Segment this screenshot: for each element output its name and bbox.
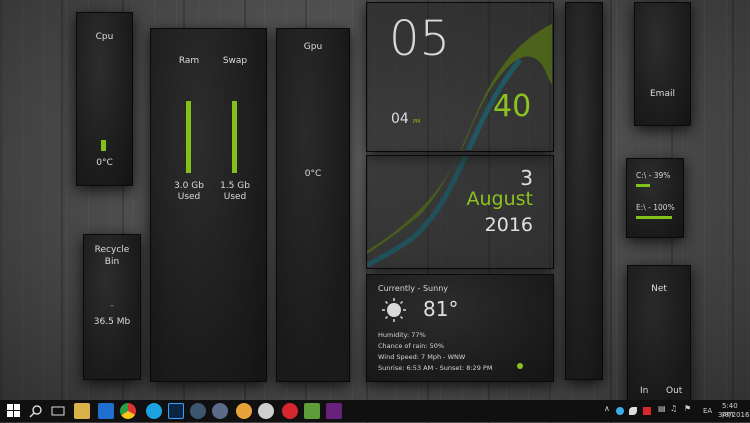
vs-icon[interactable]	[326, 403, 342, 419]
cpu-title: Cpu	[95, 32, 114, 42]
clock-seconds: 40	[493, 89, 532, 124]
cpu-temp: 0°C	[96, 158, 113, 168]
gpu-temp: 0°C	[304, 169, 322, 179]
taskbar-lang[interactable]: EA	[703, 407, 712, 415]
drive-c-bar-fill	[636, 184, 651, 187]
drive-e-label: E:\ - 100%	[636, 203, 675, 212]
net-widget: Net In Out	[627, 265, 691, 402]
taskbar-date[interactable]: 3/8/2016	[718, 411, 749, 419]
net-out: Out	[666, 386, 683, 396]
weather-rain: Chance of rain: 50%	[378, 342, 445, 350]
swap-value: 1.5 Gb	[220, 181, 250, 191]
store-icon[interactable]	[98, 403, 114, 419]
chrome-icon[interactable]	[120, 403, 136, 419]
net-in: In	[640, 386, 649, 396]
tray-flag-icon[interactable]: ⚑	[684, 404, 691, 413]
weather-dot	[517, 363, 523, 369]
swap-sub: Used	[223, 192, 247, 202]
date-month: August	[466, 188, 534, 210]
taskbar: ∧ ▤ ♫ ⚑ EA 5:40 pm 3/8/2016	[0, 400, 750, 422]
clock-ampm: PM	[413, 119, 421, 125]
task-view-icon[interactable]	[50, 403, 66, 419]
skype-icon[interactable]	[146, 403, 162, 419]
email-widget[interactable]: Email	[634, 2, 691, 126]
mega-icon[interactable]	[282, 403, 298, 419]
date-year: 2016	[484, 214, 533, 236]
game-icon[interactable]	[304, 403, 320, 419]
gpu-title: Gpu	[303, 42, 323, 52]
drive-c-bar	[636, 184, 672, 187]
tray-leaf-icon[interactable]	[629, 407, 637, 415]
ram-bar-fill	[186, 100, 191, 173]
ram-bar	[186, 97, 191, 173]
recycle-dash: -	[110, 301, 114, 311]
memory-widget: Ram Swap 3.0 Gb Used 1.5 Gb Used	[150, 28, 267, 382]
clock-minute: 04	[391, 111, 409, 127]
ram-sub: Used	[177, 192, 201, 202]
ram-title: Ram	[178, 56, 200, 66]
cpu-widget: Cpu 0°C	[76, 12, 133, 186]
email-label[interactable]: Email	[635, 89, 690, 99]
recycle-title: Recycle Bin	[94, 245, 130, 267]
weather-widget: Currently - Sunny 81° Humidity: 77% Chan…	[366, 274, 554, 382]
weather-current: Currently - Sunny	[378, 284, 448, 293]
tray-volume-icon[interactable]: ♫	[670, 404, 677, 413]
search-icon[interactable]	[28, 403, 44, 419]
firefox-icon[interactable]	[212, 403, 228, 419]
swap-title: Swap	[222, 56, 248, 66]
tray-app-icon[interactable]	[616, 407, 624, 415]
net-title: Net	[651, 284, 667, 294]
start-icon[interactable]	[6, 403, 22, 419]
weather-temp: 81°	[423, 297, 459, 321]
weather-sun: Sunrise: 6:53 AM - Sunset: 8:29 PM	[378, 364, 493, 372]
clock-widget: 05 04 PM 40	[366, 2, 554, 152]
ram-value: 3.0 Gb	[174, 181, 204, 191]
gpu-widget: Gpu 0°C	[276, 28, 350, 382]
cpu-bar	[101, 61, 106, 151]
swap-bar-fill	[232, 100, 237, 173]
recycle-size: 36.5 Mb	[93, 317, 131, 327]
weather-wind: Wind Speed: 7 Mph - WNW	[378, 353, 466, 361]
drives-widget: C:\ - 39% E:\ - 100%	[626, 158, 684, 238]
steam-icon[interactable]	[190, 403, 206, 419]
clock-hour: 05	[389, 11, 451, 67]
drive-c-label: C:\ - 39%	[636, 171, 671, 180]
file-explorer-icon[interactable]	[74, 403, 90, 419]
cpu-bar-fill	[101, 140, 106, 151]
date-widget: 3 August 2016	[366, 155, 554, 269]
sun-icon	[381, 297, 407, 323]
app-icon[interactable]	[258, 403, 274, 419]
weather-humidity: Humidity: 77%	[378, 331, 426, 339]
date-day: 3	[520, 166, 533, 190]
drive-e-bar-fill	[636, 216, 672, 219]
recycle-bin-widget[interactable]: Recycle Bin - 36.5 Mb	[83, 234, 141, 380]
strip-widget	[565, 2, 603, 380]
tray-battery-icon[interactable]	[643, 407, 651, 415]
tray-chevron-icon[interactable]: ∧	[604, 404, 610, 413]
drive-e-bar	[636, 216, 672, 219]
browser-icon[interactable]	[236, 403, 252, 419]
swap-bar	[232, 97, 237, 173]
tray-network-icon[interactable]: ▤	[658, 404, 666, 413]
photoshop-icon[interactable]	[168, 403, 184, 419]
